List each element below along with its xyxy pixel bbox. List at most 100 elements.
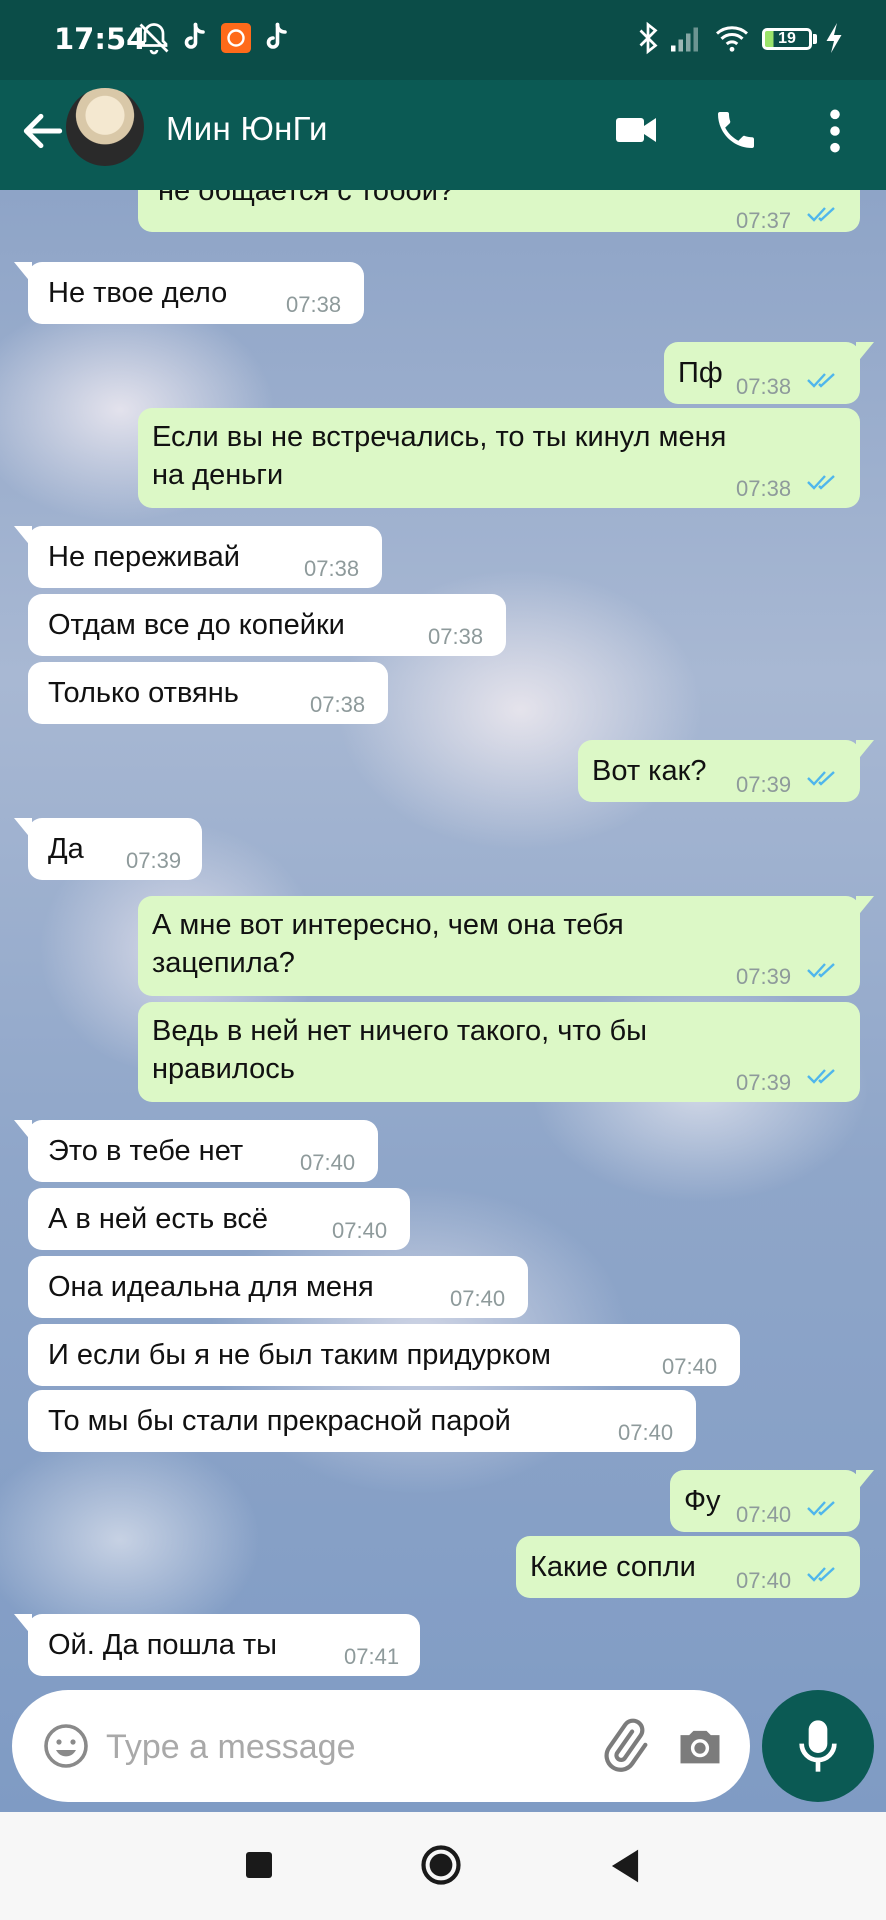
bubble-tail (856, 740, 874, 762)
message-text: Не переживай (48, 541, 240, 573)
message-text: Только отвянь (48, 677, 239, 709)
message-text: Вот как? (592, 755, 707, 787)
message-text: И если бы я не был таким придурком (48, 1339, 551, 1371)
message-time: 07:38 (310, 692, 366, 717)
message-bubble-outgoing[interactable]: не общается с тобой? 07:37 (138, 190, 860, 233)
mic-button[interactable] (762, 1690, 874, 1802)
message-bubble-incoming[interactable]: А в ней есть всё 07:40 (28, 1188, 410, 1250)
message-text: Пф (678, 357, 723, 389)
message-bubble-outgoing[interactable]: Фу 07:40 (670, 1470, 874, 1532)
system-nav-bar (0, 1812, 886, 1920)
double-check-icon (807, 1501, 835, 1516)
signal-icon (671, 27, 698, 52)
contact-name[interactable]: Мин ЮнГи (166, 110, 328, 148)
message-text: Ой. Да пошла ты (48, 1629, 278, 1661)
status-time: 17:54 (54, 22, 147, 56)
message-text-line2: нравилось (152, 1053, 295, 1085)
bubble-tail (856, 1470, 874, 1492)
avatar[interactable] (66, 88, 144, 166)
message-text-line1: А мне вот интересно, чем она тебя (152, 909, 624, 941)
back-arrow-icon[interactable] (18, 106, 68, 156)
chat-header: Мин ЮнГи (0, 80, 886, 190)
message-text: А в ней есть всё (48, 1203, 269, 1235)
message-time: 07:39 (126, 848, 182, 873)
message-time: 07:40 (332, 1218, 388, 1243)
message-time: 07:39 (736, 964, 792, 989)
message-text: Да (48, 833, 84, 865)
message-bubble-outgoing[interactable]: Если вы не встречались, то ты кинул меня… (138, 408, 860, 508)
message-bubble-incoming[interactable]: Она идеальна для меня 07:40 (28, 1256, 528, 1318)
message-bubble-outgoing[interactable]: Вот как? 07:39 (578, 740, 874, 802)
bubble-tail (14, 526, 32, 548)
message-text-line2: зацепила? (152, 947, 295, 979)
camera-icon[interactable] (674, 1720, 726, 1772)
attach-icon[interactable] (596, 1718, 652, 1774)
message-text-line1: Ведь в ней нет ничего такого, что бы (152, 1015, 647, 1047)
message-bubble-outgoing[interactable]: А мне вот интересно, чем она тебя зацепи… (138, 896, 874, 996)
more-vert-icon[interactable] (820, 106, 850, 156)
battery-level: 19 (778, 30, 796, 47)
bell-off-icon (139, 23, 169, 55)
mic-icon (799, 1720, 837, 1772)
message-time: 07:40 (450, 1286, 506, 1311)
tiktok-icon (266, 22, 287, 49)
status-bar: 17:54 19 (0, 0, 886, 80)
message-input[interactable] (104, 1710, 588, 1784)
emoji-icon[interactable] (42, 1722, 90, 1770)
message-bubble-outgoing[interactable]: Какие сопли 07:40 (516, 1536, 860, 1598)
message-time: 07:40 (736, 1568, 792, 1593)
bubble-tail (14, 1614, 32, 1636)
message-composer (12, 1690, 750, 1802)
message-bubble-incoming[interactable]: И если бы я не был таким придурком 07:40 (28, 1324, 740, 1386)
message-time: 07:38 (736, 374, 792, 399)
battery-indicator: 19 (762, 28, 812, 50)
message-time: 07:38 (736, 476, 792, 501)
chat-area[interactable]: не общается с тобой? 07:37 Не твое дело … (0, 190, 886, 1812)
bluetooth-icon (639, 21, 658, 55)
bubble-tail (14, 262, 32, 284)
message-time: 07:38 (286, 292, 342, 317)
message-bubble-outgoing[interactable]: Ведь в ней нет ничего такого, что бы нра… (138, 1002, 860, 1102)
message-bubble-incoming[interactable]: Не твое дело 07:38 (14, 262, 364, 324)
message-time: 07:39 (736, 1070, 792, 1095)
wifi-icon (716, 26, 748, 52)
message-bubble-incoming[interactable]: Это в тебе нет 07:40 (14, 1120, 378, 1182)
double-check-icon (807, 963, 835, 978)
message-time: 07:41 (344, 1644, 400, 1669)
message-bubble-incoming[interactable]: Отдам все до копейки 07:38 (28, 594, 506, 656)
message-bubble-incoming[interactable]: То мы бы стали прекрасной парой 07:40 (28, 1390, 696, 1452)
phone-icon[interactable] (712, 104, 760, 156)
message-text: То мы бы стали прекрасной парой (48, 1405, 511, 1437)
message-bubble-incoming[interactable]: Да 07:39 (14, 818, 202, 880)
charging-icon (826, 23, 842, 53)
message-text: Это в тебе нет (48, 1135, 244, 1167)
message-time: 07:40 (300, 1150, 356, 1175)
message-text: Отдам все до копейки (48, 609, 345, 641)
double-check-icon (807, 475, 835, 490)
message-bubble-incoming[interactable]: Ой. Да пошла ты 07:41 (14, 1614, 420, 1676)
message-bubble-outgoing[interactable]: Пф 07:38 (664, 342, 874, 404)
message-text: Какие сопли (530, 1551, 696, 1583)
message-time: 07:39 (736, 772, 792, 797)
video-call-icon[interactable] (612, 106, 660, 154)
tiktok-icon (184, 22, 205, 49)
message-time: 07:37 (736, 208, 792, 233)
bubble-tail (856, 896, 874, 918)
battery-tip (813, 34, 817, 44)
message-text: Она идеальна для меня (48, 1271, 374, 1303)
message-text-line2: на деньги (152, 459, 284, 491)
message-time: 07:40 (736, 1502, 792, 1527)
mi-app-icon (221, 23, 251, 53)
home-icon[interactable] (420, 1844, 462, 1886)
message-time: 07:38 (304, 556, 360, 581)
message-text: Не твое дело (48, 277, 228, 309)
bubble-tail (14, 818, 32, 840)
message-bubble-incoming[interactable]: Только отвянь 07:38 (28, 662, 388, 724)
bubble-tail (856, 342, 874, 364)
back-icon[interactable] (608, 1848, 642, 1884)
message-text: не общается с тобой? (158, 190, 455, 207)
double-check-icon (807, 1567, 835, 1582)
recents-icon[interactable] (246, 1852, 272, 1878)
message-time: 07:38 (428, 624, 484, 649)
message-bubble-incoming[interactable]: Не переживай 07:38 (14, 526, 382, 588)
